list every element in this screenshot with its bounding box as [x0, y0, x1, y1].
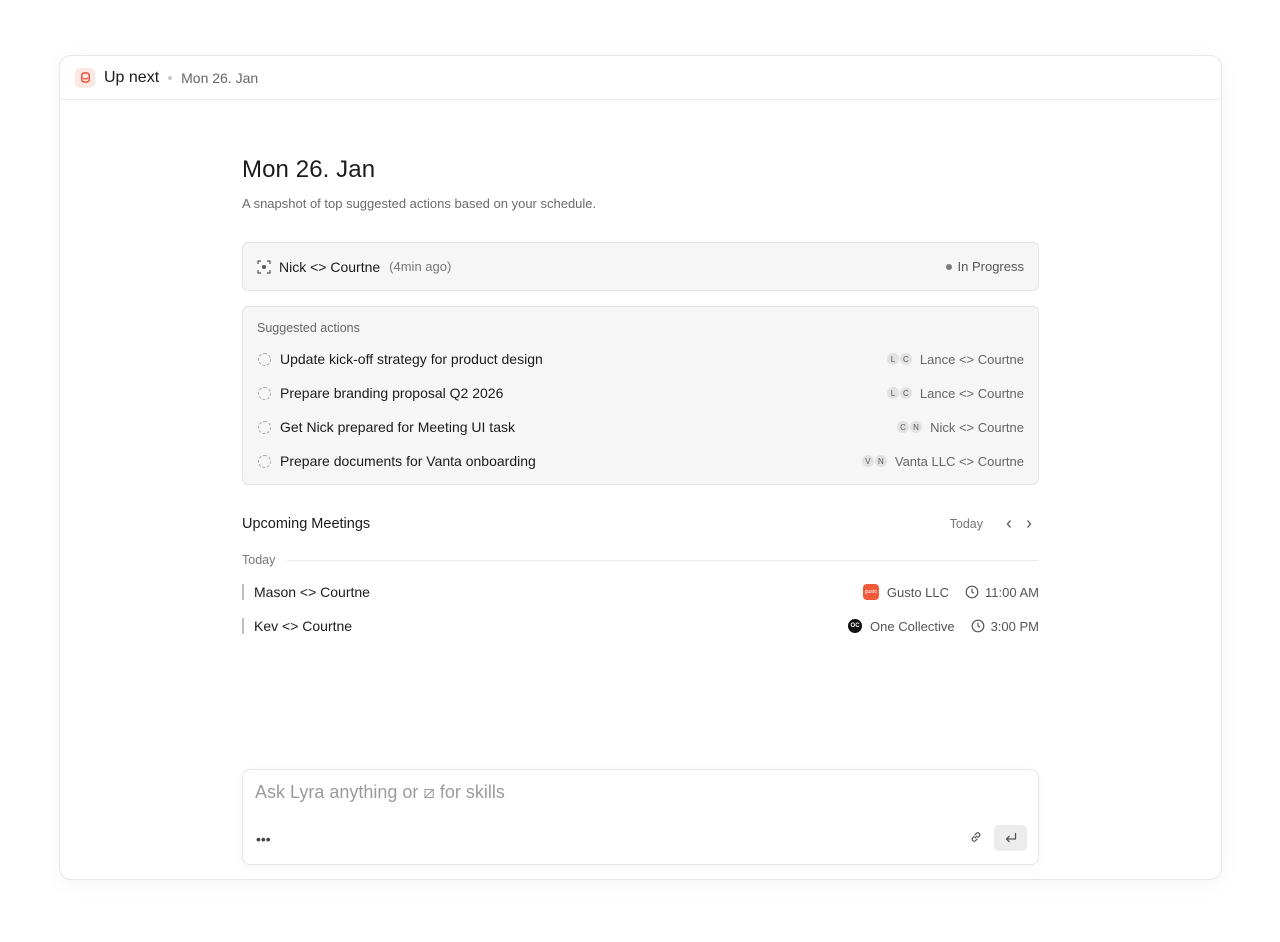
- enter-icon: [1005, 832, 1016, 843]
- action-meeting-name: Lance <> Courtne: [919, 385, 1024, 401]
- meeting-time: 11:00 AM: [985, 584, 1039, 600]
- avatar-group: C N: [896, 420, 924, 434]
- avatar: C: [898, 352, 913, 366]
- divider-line: [287, 559, 1039, 561]
- separator-dot: [168, 75, 173, 80]
- current-meeting-name: Nick <> Courtne: [279, 258, 381, 275]
- action-item[interactable]: Prepare branding proposal Q2 2026 L C La…: [257, 376, 1024, 410]
- meeting-indicator: [242, 584, 244, 600]
- avatar: L: [885, 386, 900, 400]
- status-dot-icon: [945, 263, 952, 270]
- action-text: Get Nick prepared for Meeting UI task: [280, 419, 515, 435]
- meeting-name: Mason <> Courtne: [254, 584, 370, 600]
- topbar: Up next Mon 26. Jan: [60, 56, 1221, 100]
- action-meeting-name: Lance <> Courtne: [919, 351, 1024, 367]
- link-icon[interactable]: [969, 830, 985, 846]
- current-meeting-ago: (4min ago): [389, 259, 452, 274]
- suggested-actions-header: Suggested actions: [257, 321, 360, 335]
- meeting-name: Kev <> Courtne: [254, 618, 353, 634]
- recording-icon: [257, 259, 271, 274]
- chevron-right-icon[interactable]: [1019, 514, 1039, 534]
- avatar: C: [898, 386, 913, 400]
- day-label: Today: [242, 553, 276, 567]
- current-meeting-card[interactable]: Nick <> Courtne (4min ago) In Progress: [242, 242, 1039, 291]
- send-button[interactable]: [994, 825, 1027, 851]
- company-logo-text: gusto: [864, 589, 877, 595]
- suggested-actions-card: Suggested actions Update kick-off strate…: [242, 306, 1039, 485]
- avatar: C: [896, 420, 911, 434]
- action-checkbox[interactable]: [258, 420, 271, 434]
- avatar: V: [860, 454, 875, 468]
- action-checkbox[interactable]: [258, 352, 271, 366]
- upcoming-meetings-title: Upcoming Meetings: [242, 516, 371, 532]
- composer: •••: [242, 769, 1039, 865]
- today-button[interactable]: Today: [950, 517, 983, 531]
- action-meeting-ref: C N Nick <> Courtne: [896, 419, 1024, 435]
- main-window: Up next Mon 26. Jan Mon 26. Jan A snapsh…: [59, 55, 1222, 880]
- action-meeting-ref: V N Vanta LLC <> Courtne: [860, 453, 1024, 469]
- avatar-group: L C: [885, 386, 913, 400]
- action-meeting-ref: L C Lance <> Courtne: [885, 351, 1024, 367]
- chevron-left-icon[interactable]: [999, 514, 1019, 534]
- meeting-indicator: [242, 618, 244, 634]
- action-text: Prepare branding proposal Q2 2026: [280, 385, 504, 401]
- action-text: Update kick-off strategy for product des…: [280, 351, 543, 367]
- action-checkbox[interactable]: [258, 454, 271, 468]
- action-item[interactable]: Update kick-off strategy for product des…: [257, 342, 1024, 376]
- avatar: N: [909, 420, 924, 434]
- upcoming-meetings-header: Upcoming Meetings Today: [242, 515, 1039, 533]
- action-item[interactable]: Prepare documents for Vanta onboarding V…: [257, 444, 1024, 478]
- company-name: One Collective: [870, 618, 955, 634]
- topbar-title: Up next: [104, 68, 160, 86]
- page-subtitle: A snapshot of top suggested actions base…: [242, 196, 597, 211]
- avatar-group: L C: [885, 352, 913, 366]
- ask-input[interactable]: [255, 782, 1015, 803]
- clock-icon: [965, 585, 979, 599]
- meetings-list: Mason <> Courtne gusto Gusto LLC 11:00 A…: [242, 575, 1039, 643]
- meeting-item[interactable]: Mason <> Courtne gusto Gusto LLC 11:00 A…: [242, 575, 1039, 609]
- action-checkbox[interactable]: [258, 386, 271, 400]
- gusto-logo-icon: gusto: [862, 584, 879, 600]
- meeting-item[interactable]: Kev <> Courtne OC One Collective 3:00 PM: [242, 609, 1039, 643]
- meeting-time: 3:00 PM: [990, 618, 1039, 634]
- status-label: In Progress: [957, 259, 1024, 274]
- action-meeting-ref: L C Lance <> Courtne: [885, 385, 1024, 401]
- avatar-group: V N: [860, 454, 888, 468]
- action-item[interactable]: Get Nick prepared for Meeting UI task C …: [257, 410, 1024, 444]
- avatar: N: [873, 454, 888, 468]
- avatar: L: [885, 352, 900, 366]
- app-logo-icon: [75, 67, 95, 88]
- page-title: Mon 26. Jan: [242, 156, 376, 183]
- action-text: Prepare documents for Vanta onboarding: [280, 453, 536, 469]
- clock-icon: [971, 619, 985, 633]
- day-divider: Today: [242, 553, 1039, 567]
- action-meeting-name: Vanta LLC <> Courtne: [894, 453, 1024, 469]
- status-badge: In Progress: [945, 259, 1024, 274]
- action-meeting-name: Nick <> Courtne: [930, 419, 1024, 435]
- company-name: Gusto LLC: [886, 584, 950, 600]
- topbar-date: Mon 26. Jan: [181, 69, 259, 86]
- main-content: Mon 26. Jan A snapshot of top suggested …: [242, 156, 1039, 643]
- more-options-button[interactable]: •••: [256, 831, 271, 847]
- one-collective-logo-icon: OC: [848, 619, 863, 633]
- meeting-meta: gusto Gusto LLC 11:00 AM: [862, 584, 1039, 600]
- meeting-meta: OC One Collective 3:00 PM: [848, 619, 1039, 634]
- company-logo-text: OC: [850, 623, 860, 629]
